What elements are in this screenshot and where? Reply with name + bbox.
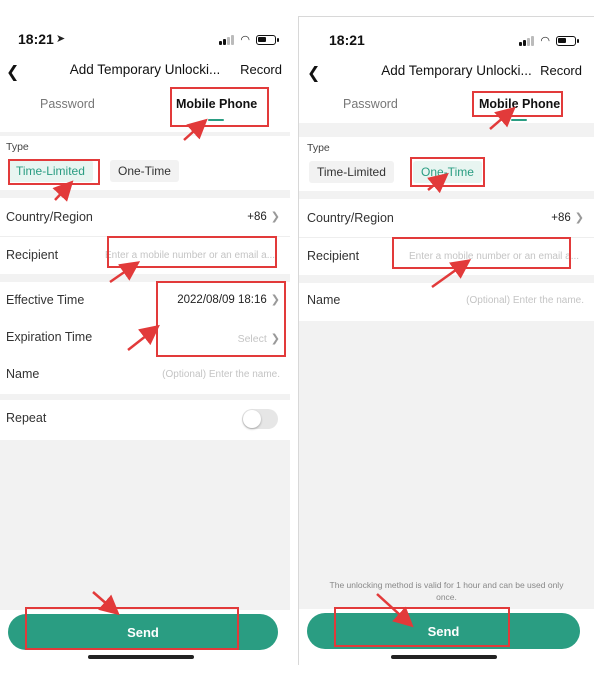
option-one-time[interactable]: One-Time [413,161,482,183]
divider [299,237,594,238]
status-time: 18:21 [18,31,54,47]
option-one-time[interactable]: One-Time [110,160,179,182]
home-indicator [88,655,194,659]
time-section: Effective Time 2022/08/09 18:16 ❯ Expirat… [0,282,290,394]
type-label: Type [6,141,29,153]
status-time: 18:21 [329,32,365,48]
cellular-signal-icon [519,35,535,46]
country-value[interactable]: +86 ❯ [551,211,584,224]
nav-bar: ❮ Add Temporary Unlocki... Record [299,63,594,85]
send-button[interactable]: Send [307,613,580,649]
recipient-label: Recipient [307,249,360,263]
name-section: Name (Optional) Enter the name. [299,283,594,321]
cellular-signal-icon [219,34,235,45]
tab-bar: Password Mobile Phone [0,97,290,127]
expiration-time-select[interactable]: Select ❯ [238,332,280,345]
recipient-input[interactable]: Enter a mobile number or an email a... [409,251,584,262]
location-arrow-icon: ➤ [56,33,66,45]
name-input[interactable]: (Optional) Enter the name. [162,369,280,380]
effective-time-label: Effective Time [6,293,85,307]
country-value[interactable]: +86 ❯ [247,210,280,223]
recipient-label: Recipient [6,248,59,262]
country-label: Country/Region [6,210,93,224]
effective-time-value[interactable]: 2022/08/09 18:16 ❯ [177,293,280,306]
wifi-icon: ◠ [240,34,250,46]
tab-mobile-phone[interactable]: Mobile Phone [176,97,257,111]
contact-section: Country/Region +86 ❯ Recipient Enter a mo… [0,198,290,274]
right-phone-screen: 18:21 ◠ ❮ Add Temporary Unlocki... Recor… [298,16,594,665]
wifi-icon: ◠ [540,35,550,47]
country-label: Country/Region [307,211,394,225]
battery-icon [256,34,279,45]
expiration-placeholder: Select [237,333,267,345]
chevron-right-icon: ❯ [270,294,280,306]
record-link[interactable]: Record [540,63,582,78]
nav-bar: ❮ Add Temporary Unlocki... Record [0,62,290,84]
repeat-toggle[interactable] [242,409,278,429]
tab-mobile-phone[interactable]: Mobile Phone [479,97,560,111]
contact-section: Country/Region +86 ❯ Recipient Enter a mo… [299,199,594,275]
left-phone-screen: 18:21 ➤ ◠ ❮ Add Temporary Unlocki... Rec… [0,0,290,665]
option-time-limited[interactable]: Time-Limited [8,160,93,182]
send-button[interactable]: Send [8,614,278,650]
recipient-input[interactable]: Enter a mobile number or an email a... [105,250,280,261]
type-label: Type [307,142,330,154]
validity-note: The unlocking method is valid for 1 hour… [329,580,564,602]
type-section: Type Time-Limited One-Time [299,137,594,191]
status-bar: 18:21 ➤ ◠ [0,31,290,55]
status-bar: 18:21 ◠ [299,32,594,56]
home-indicator [391,655,497,659]
effective-time-text: 2022/08/09 18:16 [177,294,267,306]
tab-password[interactable]: Password [40,97,95,111]
country-code: +86 [247,211,267,223]
tab-active-indicator [208,119,224,121]
type-section: Type Time-Limited One-Time [0,136,290,190]
tab-bar: Password Mobile Phone [299,97,594,127]
divider [0,236,290,237]
tab-password[interactable]: Password [343,97,398,111]
tab-active-indicator [511,119,527,121]
name-input[interactable]: (Optional) Enter the name. [466,295,584,306]
name-label: Name [6,367,40,381]
country-code: +86 [551,212,571,224]
chevron-right-icon: ❯ [270,211,280,223]
repeat-label: Repeat [6,411,47,425]
expiration-time-label: Expiration Time [6,330,93,344]
battery-icon [556,35,579,46]
chevron-right-icon: ❯ [574,212,584,224]
option-time-limited[interactable]: Time-Limited [309,161,394,183]
record-link[interactable]: Record [240,62,282,77]
name-label: Name [307,293,341,307]
chevron-right-icon: ❯ [270,333,280,345]
repeat-section: Repeat [0,400,290,440]
